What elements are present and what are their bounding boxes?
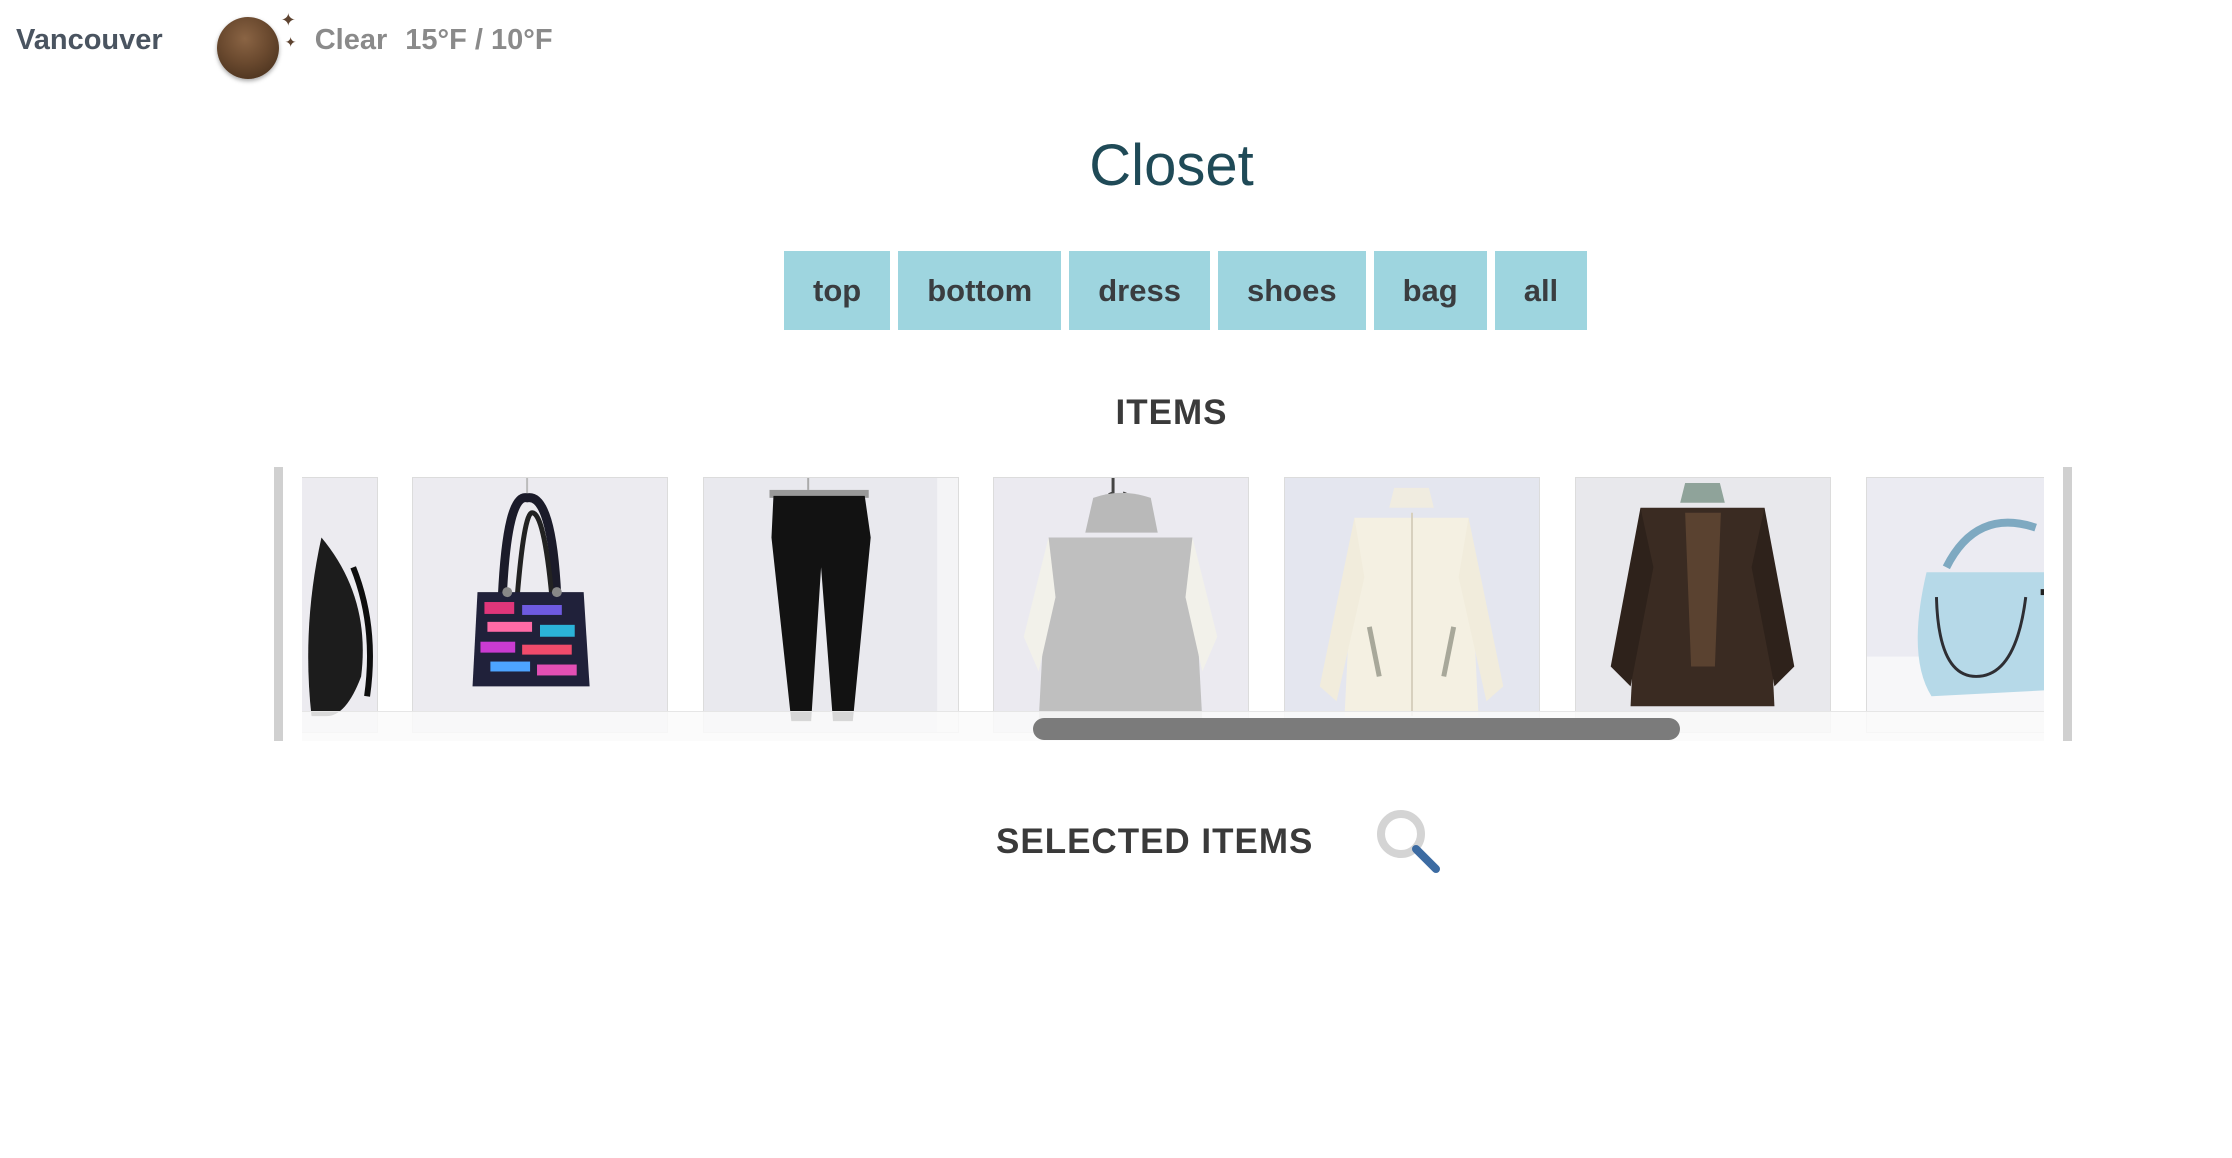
search-icon[interactable]: [1373, 806, 1445, 878]
carousel-scrollbar[interactable]: [302, 711, 2044, 741]
black-bag-image: [302, 478, 377, 732]
cream-jacket-image: [1285, 478, 1539, 732]
star-icon: ✦: [284, 34, 297, 50]
item-card-cream-jacket[interactable]: [1284, 477, 1540, 733]
selected-items-row: SELECTED ITEMS: [996, 806, 1445, 878]
city-name: Vancouver: [16, 23, 163, 56]
selected-items-heading: SELECTED ITEMS: [996, 822, 1314, 861]
weather-temperatures: 15°F / 10°F: [405, 23, 553, 56]
item-card-patterned-tote[interactable]: [412, 477, 668, 733]
carousel-viewport[interactable]: [302, 477, 2044, 741]
moon-shape: [216, 17, 279, 79]
item-card-brown-leather-jacket[interactable]: [1575, 477, 1831, 733]
category-button-all[interactable]: all: [1494, 251, 1588, 330]
item-card-light-blue-handbag[interactable]: [1866, 477, 2044, 733]
light-blue-handbag-image: [1867, 478, 2044, 732]
item-card-black-bag[interactable]: [302, 477, 378, 733]
brown-leather-jacket-image: [1576, 478, 1830, 732]
category-button-shoes[interactable]: shoes: [1217, 251, 1366, 330]
item-card-black-pants[interactable]: [703, 477, 959, 733]
category-button-bottom[interactable]: bottom: [898, 251, 1062, 330]
item-card-grey-sweater[interactable]: [993, 477, 1249, 733]
category-button-top[interactable]: top: [784, 251, 891, 330]
items-carousel: [274, 467, 2072, 741]
category-button-bag[interactable]: bag: [1373, 251, 1487, 330]
weather-bar: Vancouver ✦ ✦ Clear 15°F / 10°F: [0, 0, 553, 80]
weather-condition: Clear: [314, 23, 388, 56]
black-pants-image: [704, 478, 958, 732]
category-filter-bar: top bottom dress shoes bag all: [784, 251, 1588, 330]
items-heading: ITEMS: [1115, 393, 1228, 432]
grey-sweater-image: [994, 478, 1248, 732]
star-icon: ✦: [280, 10, 296, 30]
category-button-dress[interactable]: dress: [1069, 251, 1210, 330]
patterned-tote-image: [413, 478, 667, 732]
carousel-scrollbar-thumb[interactable]: [1033, 718, 1680, 740]
page-title: Closet: [1089, 133, 1254, 198]
moon-stars-icon: ✦ ✦: [215, 5, 297, 79]
